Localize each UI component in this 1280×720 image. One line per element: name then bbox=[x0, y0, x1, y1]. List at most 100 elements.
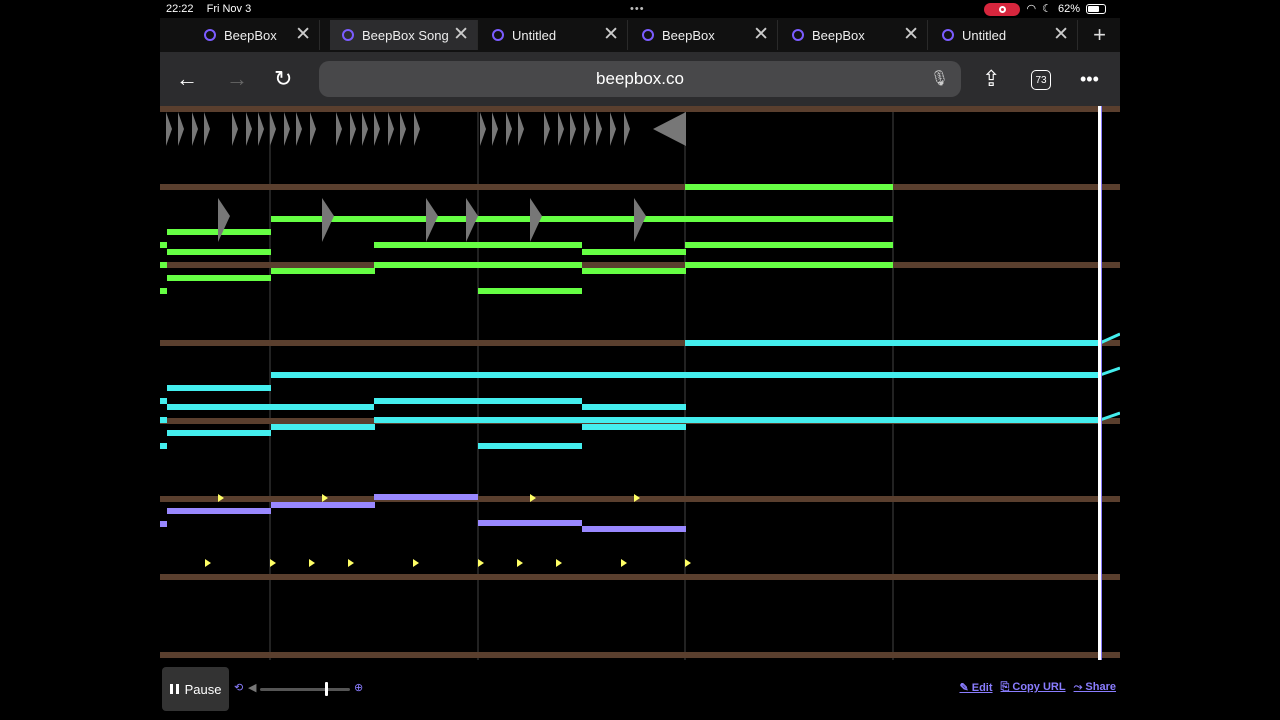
note bbox=[167, 508, 271, 514]
edit-link[interactable]: ✎ Edit bbox=[959, 681, 992, 694]
tab-title: BeepBox Song bbox=[362, 27, 448, 43]
note bbox=[271, 372, 1100, 378]
loop-icon[interactable]: ⟲ bbox=[234, 681, 243, 694]
drum-note bbox=[388, 112, 394, 146]
note bbox=[374, 398, 582, 404]
share-icon[interactable]: ⇪ bbox=[982, 65, 1000, 93]
drum-note bbox=[653, 112, 686, 146]
close-tab-icon[interactable]: ✕ bbox=[295, 25, 311, 45]
close-tab-icon[interactable]: ✕ bbox=[453, 25, 469, 45]
drum-note bbox=[518, 112, 524, 146]
playhead-edge bbox=[1101, 106, 1102, 660]
close-tab-icon[interactable]: ✕ bbox=[903, 25, 919, 45]
copy-url-link[interactable]: ⎘ Copy URL bbox=[1001, 681, 1066, 694]
note bbox=[685, 340, 1100, 346]
address-bar[interactable]: beepbox.co 🎙 bbox=[319, 61, 961, 97]
song-player-canvas[interactable] bbox=[160, 106, 1120, 660]
drum-note bbox=[584, 112, 590, 146]
bend-marker bbox=[218, 198, 230, 242]
pause-button[interactable]: Pause bbox=[162, 667, 229, 711]
channel-separator bbox=[160, 106, 1120, 112]
share-link[interactable]: ⤳ Share bbox=[1074, 681, 1116, 694]
drum-marker bbox=[309, 559, 315, 567]
microphone-icon[interactable]: 🎙 bbox=[930, 61, 949, 97]
note bbox=[271, 502, 375, 508]
channel-separator bbox=[160, 262, 1120, 268]
drum-note bbox=[374, 112, 380, 146]
drum-note bbox=[178, 112, 184, 146]
tab[interactable]: BeepBox ✕ bbox=[780, 20, 928, 50]
drum-marker bbox=[270, 559, 276, 567]
status-left: 22:22 Fri Nov 3 bbox=[166, 0, 261, 18]
drum-note bbox=[192, 112, 198, 146]
battery-percent: 62% bbox=[1057, 3, 1080, 15]
note bbox=[271, 424, 375, 430]
drum-note bbox=[336, 112, 342, 146]
pause-icon bbox=[169, 684, 179, 694]
tab[interactable]: Untitled ✕ bbox=[930, 20, 1078, 50]
drum-marker bbox=[205, 559, 211, 567]
drum-note bbox=[258, 112, 264, 146]
player-controls: Pause ⟲ ◀ ⊕ ✎ Edit ⎘ Copy URL ⤳ Share bbox=[160, 660, 1120, 720]
note bbox=[582, 249, 686, 255]
new-tab-icon[interactable]: + bbox=[1093, 20, 1106, 50]
close-tab-icon[interactable]: ✕ bbox=[753, 25, 769, 45]
tab[interactable]: Untitled ✕ bbox=[480, 20, 628, 50]
note bbox=[167, 404, 374, 410]
tab-active[interactable]: BeepBox Song ✕ bbox=[330, 20, 478, 50]
drum-note bbox=[310, 112, 316, 146]
more-options-icon[interactable]: ••• bbox=[1080, 65, 1099, 93]
note bbox=[685, 184, 893, 190]
url-text: beepbox.co bbox=[596, 69, 684, 88]
tab[interactable]: BeepBox ✕ bbox=[630, 20, 778, 50]
note bbox=[167, 430, 271, 436]
beepbox-favicon-icon bbox=[792, 29, 804, 41]
drum-note bbox=[204, 112, 210, 146]
beepbox-favicon-icon bbox=[492, 29, 504, 41]
close-tab-icon[interactable]: ✕ bbox=[603, 25, 619, 45]
drum-marker bbox=[348, 559, 354, 567]
status-bar: 22:22 Fri Nov 3 ••• ◠ ☾ 62% bbox=[160, 0, 1120, 18]
drum-note bbox=[480, 112, 486, 146]
tab-title: BeepBox bbox=[812, 27, 865, 43]
reload-icon[interactable]: ↻ bbox=[274, 65, 292, 93]
multitasking-dots-icon[interactable]: ••• bbox=[630, 0, 645, 18]
channel-separator bbox=[160, 184, 1120, 190]
close-tab-icon[interactable]: ✕ bbox=[1053, 25, 1069, 45]
beepbox-favicon-icon bbox=[204, 29, 216, 41]
note bbox=[167, 275, 271, 281]
note bbox=[160, 521, 167, 527]
drum-note bbox=[570, 112, 576, 146]
note bbox=[160, 288, 167, 294]
drum-note bbox=[284, 112, 290, 146]
zoom-icon[interactable]: ⊕ bbox=[354, 681, 363, 694]
screen-recording-icon bbox=[984, 2, 1021, 16]
pause-label: Pause bbox=[184, 681, 222, 697]
tab-count-button[interactable]: 73 bbox=[1031, 70, 1051, 90]
note bbox=[160, 242, 167, 248]
channel-separator bbox=[160, 496, 1120, 502]
status-date: Fri Nov 3 bbox=[206, 3, 252, 15]
drum-note bbox=[624, 112, 630, 146]
volume-slider-handle[interactable] bbox=[324, 682, 328, 696]
note bbox=[685, 242, 893, 248]
moon-icon: ☾ bbox=[1042, 3, 1052, 15]
drum-note bbox=[414, 112, 420, 146]
tab-title: Untitled bbox=[512, 27, 557, 43]
battery-icon bbox=[1086, 4, 1106, 14]
drum-marker bbox=[478, 559, 484, 567]
playhead bbox=[1098, 106, 1101, 660]
volume-slider[interactable] bbox=[260, 682, 350, 696]
wifi-icon: ◠ bbox=[1026, 3, 1037, 15]
channel-separator bbox=[160, 652, 1120, 658]
note bbox=[167, 385, 271, 391]
status-time: 22:22 bbox=[166, 3, 194, 15]
channel-separator bbox=[160, 574, 1120, 580]
tab[interactable]: BeepBox ✕ bbox=[172, 20, 320, 50]
drum-note bbox=[246, 112, 252, 146]
back-arrow-icon[interactable]: ← bbox=[176, 65, 198, 93]
forward-arrow-icon[interactable]: → bbox=[226, 65, 248, 93]
note bbox=[478, 520, 582, 526]
note bbox=[160, 443, 167, 449]
tab-title: BeepBox bbox=[662, 27, 715, 43]
